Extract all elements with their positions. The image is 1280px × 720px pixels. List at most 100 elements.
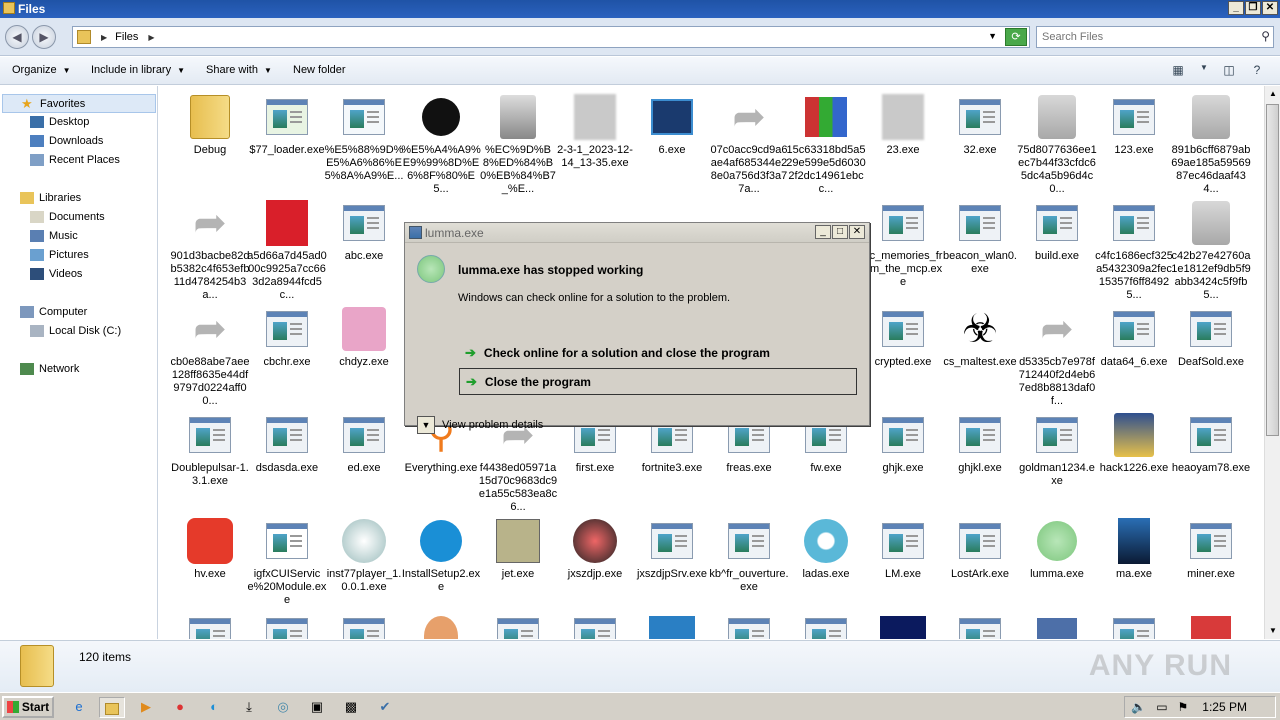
minimize-button[interactable]: _ (1228, 1, 1244, 15)
organize-button[interactable]: Organize ▼ (12, 64, 71, 76)
nav-pictures[interactable]: Pictures (30, 249, 89, 261)
file-item[interactable]: LM.exe (863, 518, 943, 581)
minimize-button[interactable]: _ (815, 225, 831, 239)
file-item[interactable]: DeafSold.exe (1171, 306, 1251, 369)
scroll-thumb[interactable] (1266, 104, 1279, 436)
file-item[interactable]: ma.exe (1094, 518, 1174, 581)
close-button[interactable]: ✕ (1262, 1, 1278, 15)
close-button[interactable]: ✕ (849, 225, 865, 239)
file-item[interactable]: ghjk.exe (863, 412, 943, 475)
new-folder-button[interactable]: New folder (293, 64, 346, 76)
nav-network[interactable]: Network (20, 363, 79, 375)
nav-libraries[interactable]: Libraries (20, 192, 81, 204)
chevron-right-icon[interactable]: ▶ (148, 33, 154, 42)
close-program-button[interactable]: ➔ Close the program (459, 368, 857, 395)
network-tray-icon[interactable]: ▭ (1156, 700, 1167, 714)
file-item[interactable] (478, 613, 558, 639)
file-item[interactable] (170, 613, 250, 639)
file-item[interactable]: miner.exe (1171, 518, 1251, 581)
ie-icon[interactable]: e (66, 697, 92, 718)
start-button[interactable]: Start (2, 696, 54, 718)
file-item[interactable]: ➦ cb0e88abe7aee128ff8635e44df9797d0224aff… (170, 306, 250, 408)
refresh-icon[interactable]: ⟳ (1005, 28, 1027, 46)
file-item[interactable]: kb^fr_ouverture.exe (709, 518, 789, 594)
file-item[interactable] (786, 613, 866, 639)
media-player-icon[interactable]: ▶ (133, 697, 159, 718)
nav-documents[interactable]: Documents (30, 211, 105, 223)
file-item[interactable]: inst77player_1.0.0.1.exe (324, 518, 404, 594)
file-item[interactable] (247, 613, 327, 639)
scroll-down-icon[interactable]: ▼ (1265, 623, 1280, 639)
nav-music[interactable]: Music (30, 230, 78, 242)
scroll-up-icon[interactable]: ▲ (1265, 86, 1280, 102)
file-item[interactable]: ghjkl.exe (940, 412, 1020, 475)
file-item[interactable]: beacon_wlan0.exe (940, 200, 1020, 276)
file-item[interactable] (632, 613, 712, 639)
file-item[interactable]: jxszdjp.exe (555, 518, 635, 581)
file-item[interactable] (1094, 613, 1174, 639)
file-item[interactable]: 32.exe (940, 94, 1020, 157)
lumma-task-icon[interactable]: ✔ (372, 697, 398, 718)
breadcrumb[interactable]: Files (115, 31, 138, 43)
file-item[interactable]: c4fc1686ecf325a5432309a2fec15357f6ff8492… (1094, 200, 1174, 302)
file-item[interactable] (1171, 613, 1251, 639)
file-item[interactable]: Doublepulsar-1.3.1.exe (170, 412, 250, 488)
file-item[interactable]: jxszdjpSrv.exe (632, 518, 712, 581)
share-with-button[interactable]: Share with ▼ (206, 64, 272, 76)
file-item[interactable]: cbchr.exe (247, 306, 327, 369)
file-item[interactable]: 75d8077636ee1ec7b44f33cfdc65dc4a5b96d4c0… (1017, 94, 1097, 196)
file-item[interactable] (324, 613, 404, 639)
address-bar[interactable]: ▶ Files ▶ ▼ ⟳ (72, 26, 1030, 48)
chevron-down-icon[interactable]: ▼ (417, 416, 435, 434)
chrome-icon[interactable]: ● (167, 697, 193, 718)
file-item[interactable]: hack1226.exe (1094, 412, 1174, 475)
file-item[interactable] (863, 613, 943, 639)
back-button[interactable]: ◀ (5, 25, 29, 49)
file-item[interactable]: igfxCUIService%20Module.exe (247, 518, 327, 607)
file-item[interactable]: hv.exe (170, 518, 250, 581)
file-item[interactable]: $77_loader.exe (247, 94, 327, 157)
check-online-button[interactable]: ➔ Check online for a solution and close t… (459, 339, 857, 366)
file-item[interactable]: InstallSetup2.exe (401, 518, 481, 594)
file-item[interactable] (555, 613, 635, 639)
preview-pane-icon[interactable]: ◫ (1221, 63, 1237, 79)
file-item[interactable]: %E5%A4%A9%E9%99%8D%E6%8F%80%E5... (401, 94, 481, 196)
file-item[interactable]: 2-3-1_2023-12-14_13-35.exe (555, 94, 635, 170)
file-item[interactable]: c42b27e42760a1e1812ef9db5f9abb3424c5f9fb… (1171, 200, 1251, 302)
file-item[interactable]: heaoyam78.exe (1171, 412, 1251, 475)
file-item[interactable] (940, 613, 1020, 639)
file-item[interactable]: dsdasda.exe (247, 412, 327, 475)
speaker-icon[interactable]: 🔈 (1131, 700, 1146, 714)
maximize-button[interactable]: □ (832, 225, 848, 239)
file-item[interactable]: %E5%88%9D%E5%A6%86%E5%8A%A9%E... (324, 94, 404, 183)
file-item[interactable] (1017, 613, 1097, 639)
file-item[interactable]: ➦ d5335cb7e978f712440f2d4eb67ed8b8813daf0… (1017, 306, 1097, 408)
flag-tray-icon[interactable]: ⚑ (1178, 700, 1189, 714)
nav-local-disk[interactable]: Local Disk (C:) (30, 325, 121, 337)
disc-task-icon[interactable]: ◎ (270, 697, 296, 718)
file-item[interactable]: a5d66a7d45ad000c9925a7cc663d2a8944fcd5c.… (247, 200, 327, 302)
nav-recent-places[interactable]: Recent Places (30, 154, 120, 166)
chevron-down-icon[interactable]: ▼ (988, 31, 997, 41)
file-item[interactable] (401, 613, 481, 639)
nav-videos[interactable]: Videos (30, 268, 82, 280)
search-input[interactable] (1037, 27, 1247, 47)
file-item[interactable]: 23.exe (863, 94, 943, 157)
file-item[interactable]: goldman1234.exe (1017, 412, 1097, 488)
edge-icon[interactable]: ◐ (201, 697, 227, 718)
file-item[interactable]: 15c63318bd5a529e599e5d60302f2dc14961ebcc… (786, 94, 866, 196)
file-item[interactable]: 891b6cff6879ab69ae185a5956987ec46daaf434… (1171, 94, 1251, 196)
file-item[interactable]: jet.exe (478, 518, 558, 581)
file-item[interactable]: %EC%9D%B8%ED%84%B0%EB%84%B7_%E... (478, 94, 558, 196)
file-item[interactable]: data64_6.exe (1094, 306, 1174, 369)
file-item[interactable]: ed.exe (324, 412, 404, 475)
file-item[interactable]: crypted.exe (863, 306, 943, 369)
restore-button[interactable]: ❐ (1245, 1, 1261, 15)
chevron-right-icon[interactable]: ▶ (101, 33, 107, 42)
include-in-library-button[interactable]: Include in library ▼ (91, 64, 185, 76)
nav-computer[interactable]: Computer (20, 306, 87, 318)
help-icon[interactable]: ? (1249, 63, 1265, 79)
file-item[interactable]: build.exe (1017, 200, 1097, 263)
file-item[interactable]: 6.exe (632, 94, 712, 157)
forward-button[interactable]: ▶ (32, 25, 56, 49)
